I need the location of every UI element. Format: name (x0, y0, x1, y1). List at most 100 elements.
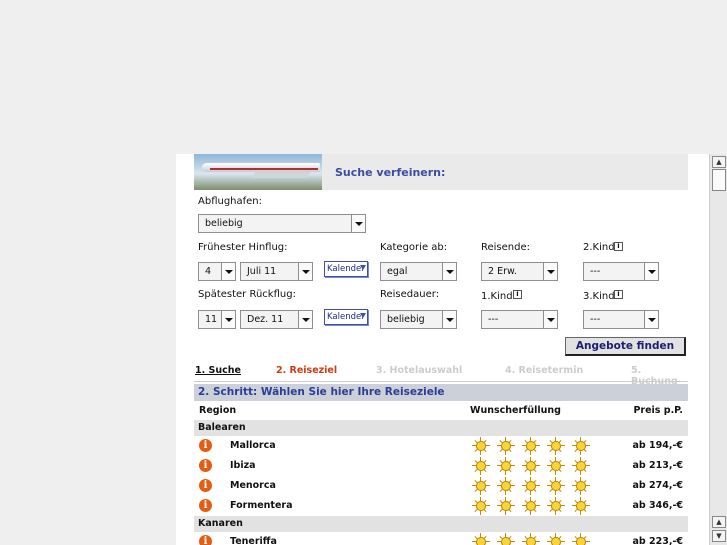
departure-label: Abflughafen: (198, 196, 263, 207)
sun-icon (572, 437, 590, 455)
sun-icon (497, 457, 515, 475)
chevron-down-icon (644, 263, 658, 280)
destination-price: ab 194,-€ (632, 440, 683, 451)
sun-icon (547, 533, 565, 545)
latest-day-select[interactable]: 11 (198, 310, 236, 329)
earliest-month-select[interactable]: Juli 11 (240, 262, 313, 281)
sun-icon (572, 477, 590, 495)
destination-price: ab 223,-€ (632, 536, 683, 545)
latest-day-value: 11 (205, 314, 218, 325)
child2-value: --- (590, 266, 601, 277)
chevron-down-icon (543, 263, 557, 280)
info-icon[interactable]: i (199, 535, 212, 545)
sun-icon (547, 437, 565, 455)
duration-select[interactable]: beliebig (380, 310, 457, 329)
chevron-down-icon (360, 265, 366, 270)
earliest-month-value: Juli 11 (247, 266, 277, 277)
search-banner: Suche verfeinern: (194, 154, 688, 190)
child2-select[interactable]: --- (583, 262, 659, 281)
step-destination: 2. Reiseziel (276, 365, 338, 376)
wish-rating (472, 437, 590, 455)
sun-icon (572, 497, 590, 515)
child1-select[interactable]: --- (481, 310, 558, 329)
destination-name[interactable]: Mallorca (230, 440, 276, 451)
child3-info-icon[interactable]: i (614, 290, 623, 299)
airplane-image (194, 154, 322, 190)
earliest-label: Frühester Hinflug: (198, 242, 288, 253)
scrollbar[interactable]: ▲ ▲ ▼ (709, 154, 727, 545)
sun-icon (547, 457, 565, 475)
info-icon[interactable]: i (199, 459, 212, 472)
departure-select[interactable]: beliebig (198, 214, 366, 233)
destination-price: ab 274,-€ (632, 480, 683, 491)
destination-name[interactable]: Formentera (230, 500, 293, 511)
chevron-down-icon (298, 263, 312, 280)
scroll-down-icon[interactable]: ▼ (712, 530, 726, 542)
chevron-down-icon (351, 215, 365, 232)
departure-value: beliebig (205, 218, 243, 229)
info-icon[interactable]: i (199, 499, 212, 512)
sun-icon (472, 533, 490, 545)
calendar-button-latest[interactable]: Kalender (324, 309, 368, 325)
find-offers-button[interactable]: Angebote finden (565, 337, 686, 356)
destination-name[interactable]: Menorca (230, 480, 276, 491)
column-header-wish: Wunscherfüllung (470, 405, 561, 416)
destination-row[interactable]: i Menorca ab 274,-€ (194, 476, 688, 496)
scroll-up-icon[interactable]: ▲ (712, 156, 726, 168)
sun-icon (497, 497, 515, 515)
region-header: Kanaren (194, 516, 688, 532)
destination-price: ab 213,-€ (632, 460, 683, 471)
sun-icon (547, 477, 565, 495)
sun-icon (472, 457, 490, 475)
category-label: Kategorie ab: (380, 242, 448, 253)
destination-name[interactable]: Ibiza (230, 460, 256, 471)
calendar-button-earliest[interactable]: Kalender (324, 261, 368, 277)
chevron-down-icon (360, 313, 366, 318)
search-frame: Suche verfeinern: Abflughafen: beliebig … (176, 154, 727, 545)
earliest-day-value: 4 (205, 266, 212, 277)
sun-icon (522, 437, 540, 455)
scrollbar-thumb[interactable] (712, 169, 726, 191)
info-icon[interactable]: i (199, 439, 212, 452)
sun-icon (522, 497, 540, 515)
destination-name[interactable]: Teneriffa (230, 536, 277, 545)
latest-label: Spätester Rückflug: (198, 289, 296, 300)
sun-icon (472, 477, 490, 495)
destination-price: ab 346,-€ (632, 500, 683, 511)
sun-icon (497, 437, 515, 455)
wish-rating (472, 497, 590, 515)
earliest-day-select[interactable]: 4 (198, 262, 236, 281)
travelers-label: Reisende: (481, 242, 530, 253)
travelers-select[interactable]: 2 Erw. (481, 262, 558, 281)
column-header-region: Region (199, 405, 237, 416)
child2-info-icon[interactable]: i (614, 242, 623, 251)
destination-row[interactable]: i Ibiza ab 213,-€ (194, 456, 688, 476)
child1-info-icon[interactable]: i (513, 290, 522, 299)
chevron-down-icon (442, 263, 456, 280)
sun-icon (472, 497, 490, 515)
sun-icon (522, 457, 540, 475)
child1-value: --- (488, 314, 499, 325)
scroll-up-icon[interactable]: ▲ (712, 516, 726, 528)
column-header-price: Preis p.P. (633, 405, 683, 416)
step-search[interactable]: 1. Suche (195, 365, 241, 376)
category-select[interactable]: egal (380, 262, 457, 281)
sun-icon (497, 477, 515, 495)
sun-icon (572, 457, 590, 475)
section-title: 2. Schritt: Wählen Sie hier Ihre Reisezi… (194, 384, 688, 401)
latest-month-value: Dez. 11 (247, 314, 284, 325)
region-header: Balearen (194, 420, 688, 436)
wish-rating (472, 533, 590, 545)
info-icon[interactable]: i (199, 479, 212, 492)
category-value: egal (387, 266, 408, 277)
destination-row[interactable]: i Mallorca ab 194,-€ (194, 436, 688, 456)
child3-value: --- (590, 314, 601, 325)
sun-icon (547, 497, 565, 515)
chevron-down-icon (644, 311, 658, 328)
child3-select[interactable]: --- (583, 310, 659, 329)
destination-row[interactable]: i Teneriffa ab 223,-€ (194, 532, 688, 545)
child3-label: 3.Kind: (583, 291, 618, 302)
destination-row[interactable]: i Formentera ab 346,-€ (194, 496, 688, 516)
travelers-value: 2 Erw. (488, 266, 517, 277)
latest-month-select[interactable]: Dez. 11 (240, 310, 313, 329)
